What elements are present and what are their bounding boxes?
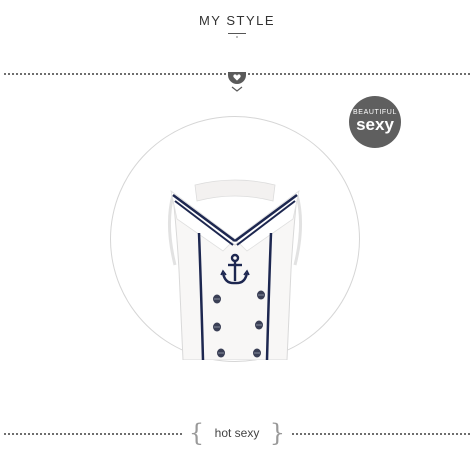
badge-big-text: sexy: [356, 115, 394, 134]
page-title: MY STYLE: [198, 13, 276, 28]
caption-close-brace: }: [269, 419, 286, 447]
sailor-top-icon: [167, 179, 303, 360]
heart-icon: [233, 74, 241, 81]
caption: { hot sexy }: [0, 419, 474, 447]
title-underline: [228, 33, 246, 34]
beautiful-sexy-badge: BEAUTIFUL sexy: [349, 96, 401, 148]
caption-text: hot sexy: [214, 426, 260, 440]
caption-open-brace: {: [188, 419, 205, 447]
title-tick: [236, 36, 238, 38]
heart-divider-badge: [228, 72, 246, 84]
caption-box: { hot sexy }: [182, 419, 292, 447]
chevron-down-icon: [231, 86, 243, 92]
